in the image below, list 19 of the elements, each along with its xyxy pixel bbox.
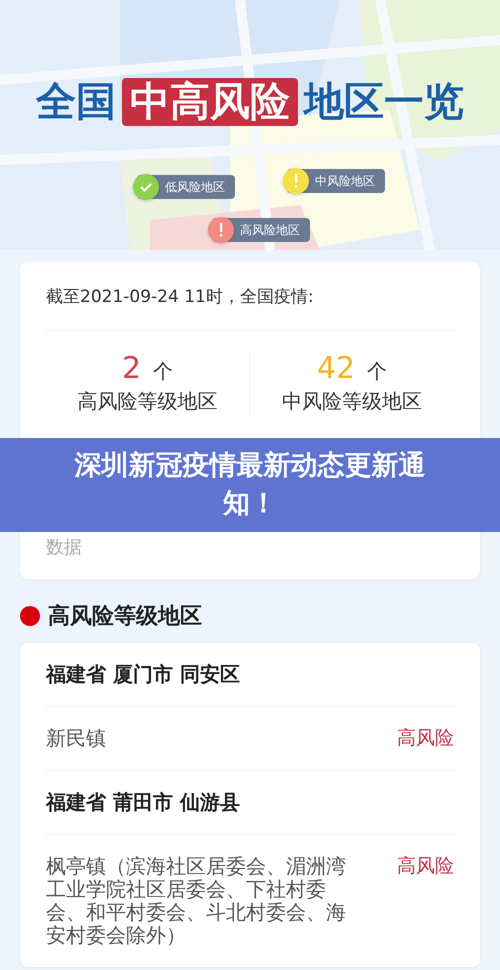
unit-text: 个 bbox=[367, 358, 388, 385]
stat-label: 中风险等级地区 bbox=[282, 388, 422, 415]
headline-text: 深圳新冠疫情最新动态更新通知！ bbox=[73, 449, 426, 521]
title-text: 地区一览 bbox=[304, 78, 464, 126]
source-note: 数据 bbox=[46, 536, 83, 560]
count-number: 2 bbox=[122, 351, 142, 386]
count-number: 42 bbox=[316, 351, 356, 386]
title-highlight: 中高风险 bbox=[122, 78, 298, 126]
title-text: 全国 bbox=[36, 78, 116, 126]
region-title: 福建省 莆田市 仙游县 bbox=[46, 771, 454, 835]
timestamp-text: 截至2021-09-24 11时，全国疫情: bbox=[46, 262, 454, 331]
area-name: 新民镇 bbox=[46, 727, 107, 750]
stat-label: 高风险等级地区 bbox=[78, 388, 218, 415]
area-name: 枫亭镇（滨海社区居委会、湄洲湾工业学院社区居委会、下社村委会、和平村委会、斗北村委会、海安村委会除外） bbox=[46, 855, 347, 947]
risk-level-text: 高风险 bbox=[397, 855, 454, 878]
risk-level-text: 高风险 bbox=[397, 727, 454, 750]
region-title: 福建省 厦门市 同安区 bbox=[46, 643, 454, 707]
section-title: 高风险等级地区 bbox=[48, 602, 202, 631]
unit-text: 个 bbox=[153, 358, 174, 385]
